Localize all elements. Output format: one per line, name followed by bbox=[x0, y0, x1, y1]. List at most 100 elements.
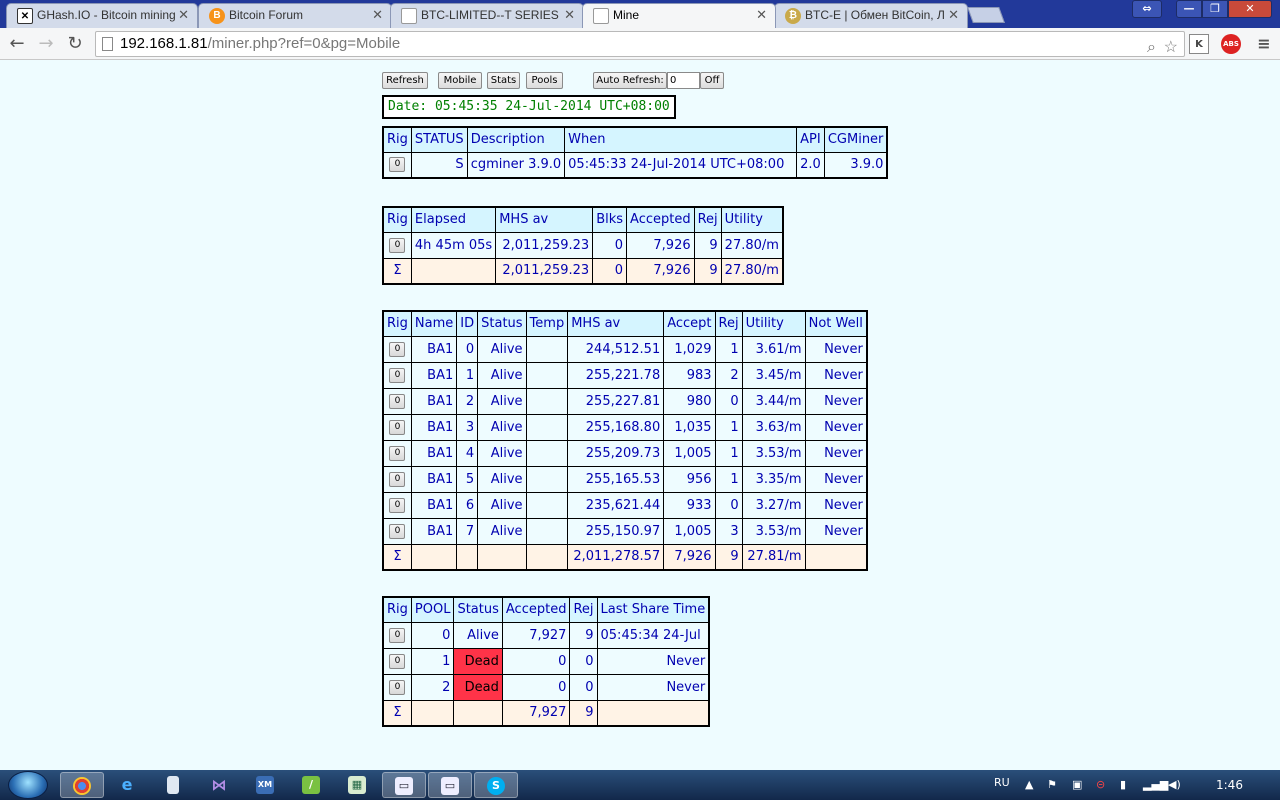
taskbar-app[interactable]: ⋈ bbox=[198, 772, 242, 798]
volume-icon[interactable]: ◀) bbox=[1168, 778, 1181, 791]
url-host: 192.168.1.81 bbox=[120, 35, 208, 52]
utility-cell: 3.61/m bbox=[741, 335, 806, 363]
refresh-button[interactable]: Refresh bbox=[382, 72, 428, 89]
close-icon[interactable]: ✕ bbox=[372, 4, 383, 26]
browser-tab-ghash[interactable]: ✕ GHash.IO - Bitcoin mining ✕ bbox=[6, 3, 198, 28]
image-icon: ▦ bbox=[348, 776, 366, 794]
taskbar-app[interactable] bbox=[60, 772, 104, 798]
off-button[interactable]: Off bbox=[700, 72, 724, 89]
tray-stop-icon[interactable]: ⊝ bbox=[1096, 778, 1105, 791]
star-icon[interactable]: ☆ bbox=[1164, 36, 1178, 60]
last-share-cell: Never bbox=[596, 673, 710, 701]
rej-cell: 0 bbox=[714, 387, 743, 415]
stats-button[interactable]: Stats bbox=[487, 72, 520, 89]
close-icon[interactable]: ✕ bbox=[948, 4, 959, 26]
accepted-cell: 0 bbox=[501, 673, 571, 701]
tray-power-icon[interactable]: ▮ bbox=[1120, 778, 1126, 791]
temp-cell bbox=[525, 439, 569, 467]
taskbar-app[interactable]: ▭ bbox=[382, 772, 426, 798]
reload-icon[interactable]: ↻ bbox=[63, 32, 87, 56]
browser-tab-mine[interactable]: Mine ✕ bbox=[582, 3, 776, 28]
mhs-cell: 255,168.80 bbox=[567, 413, 665, 441]
utility-cell: 3.35/m bbox=[741, 465, 806, 493]
taskbar-app[interactable]: ▦ bbox=[336, 772, 380, 798]
rig-button[interactable]: 0 bbox=[389, 341, 406, 357]
column-header: Accepted bbox=[626, 206, 695, 233]
browser-tab-bitcoin-forum[interactable]: B Bitcoin Forum ✕ bbox=[198, 3, 392, 28]
taskbar-app[interactable]: / bbox=[290, 772, 334, 798]
close-icon[interactable]: ✕ bbox=[756, 4, 767, 26]
temp-cell bbox=[525, 465, 569, 493]
not-well-cell: Never bbox=[804, 465, 868, 493]
rig-button[interactable]: 0 bbox=[389, 445, 406, 461]
table-row: 0 4h 45m 05s 2,011,259.23 0 7,926 9 27.8… bbox=[382, 231, 784, 259]
rig-cell: 0 bbox=[382, 413, 412, 441]
taskbar-clock[interactable]: 1:46 bbox=[1216, 778, 1243, 792]
pool-cell: 2 bbox=[410, 673, 455, 701]
maximize-icon[interactable]: ❐ bbox=[1202, 0, 1228, 18]
rig-button[interactable]: 0 bbox=[389, 497, 406, 513]
pools-button[interactable]: Pools bbox=[526, 72, 563, 89]
rig-button[interactable]: 0 bbox=[389, 419, 406, 435]
rig-button[interactable]: 0 bbox=[389, 523, 406, 539]
id-cell: 2 bbox=[456, 387, 479, 415]
empty-cell bbox=[525, 543, 569, 571]
rig-button[interactable]: 0 bbox=[389, 367, 406, 383]
not-well-cell: Never bbox=[804, 361, 868, 389]
pool-cell: 0 bbox=[410, 621, 455, 649]
rig-button[interactable]: 0 bbox=[389, 471, 406, 487]
rig-button[interactable]: 0 bbox=[389, 157, 406, 173]
taskbar-app[interactable] bbox=[152, 772, 196, 798]
utility-cell: 3.44/m bbox=[741, 387, 806, 415]
blks-cell: 0 bbox=[592, 257, 628, 285]
language-indicator[interactable]: RU bbox=[994, 776, 1010, 789]
windows-start-icon[interactable] bbox=[8, 771, 48, 799]
k-extension-icon[interactable]: K bbox=[1189, 34, 1209, 54]
close-icon[interactable]: ✕ bbox=[178, 4, 189, 26]
temp-cell bbox=[525, 517, 569, 545]
mobile-button[interactable]: Mobile bbox=[438, 72, 482, 89]
taskbar-app[interactable]: S bbox=[474, 772, 518, 798]
forward-arrow-icon[interactable]: → bbox=[34, 32, 58, 56]
column-header: Rig bbox=[382, 596, 412, 623]
taskbar-app[interactable]: e bbox=[106, 772, 150, 798]
not-well-cell: Never bbox=[804, 387, 868, 415]
status-cell: Alive bbox=[477, 413, 527, 441]
close-icon[interactable]: ✕ bbox=[564, 4, 575, 26]
taskbar-app[interactable]: ▭ bbox=[428, 772, 472, 798]
tray-flag-icon[interactable]: ⚑ bbox=[1047, 778, 1057, 791]
total-row: Σ 7,927 9 bbox=[382, 699, 710, 727]
browser-tab-btc-limited[interactable]: BTC-LIMITED--T SERIES ✕ bbox=[390, 3, 584, 28]
rig-cell: 0 bbox=[382, 673, 412, 701]
rej-cell: 0 bbox=[569, 673, 598, 701]
address-bar[interactable]: 192.168.1.81/miner.php?ref=0&pg=Mobile ⌕… bbox=[95, 31, 1185, 57]
restore-size-icon[interactable]: ⇔ bbox=[1132, 0, 1162, 18]
search-icon[interactable]: ⌕ bbox=[1147, 36, 1156, 60]
not-well-cell: Never bbox=[804, 335, 868, 363]
rig-cell: 0 bbox=[382, 439, 412, 467]
network-icon[interactable]: ▂▄▆ bbox=[1143, 778, 1168, 791]
utility-cell: 3.53/m bbox=[741, 439, 806, 467]
name-cell: BA1 bbox=[410, 361, 458, 389]
accept-cell: 1,035 bbox=[663, 413, 716, 441]
close-window-icon[interactable]: ✕ bbox=[1228, 0, 1272, 18]
rig-button[interactable]: 0 bbox=[389, 679, 406, 695]
tray-app-icon[interactable]: ▣ bbox=[1072, 778, 1082, 791]
rig-button[interactable]: 0 bbox=[389, 627, 406, 643]
browser-tab-btce[interactable]: ₿ BTC-E | Обмен BitCoin, Л ✕ bbox=[774, 3, 968, 28]
taskbar-app[interactable]: XM bbox=[244, 772, 288, 798]
rig-button[interactable]: 0 bbox=[389, 653, 406, 669]
rig-button[interactable]: 0 bbox=[389, 393, 406, 409]
menu-icon[interactable]: ≡ bbox=[1254, 34, 1274, 54]
adblock-icon[interactable]: ABS bbox=[1221, 34, 1241, 54]
table-header-row: Rig Elapsed MHS av Blks Accepted Rej Uti… bbox=[382, 206, 784, 233]
rig-button[interactable]: 0 bbox=[389, 237, 406, 253]
rej-cell: 1 bbox=[714, 465, 743, 493]
minimize-icon[interactable]: — bbox=[1176, 0, 1202, 18]
window-controls: ⇔ — ❐ ✕ bbox=[1132, 0, 1272, 20]
back-arrow-icon[interactable]: ← bbox=[5, 32, 29, 56]
auto-refresh-input[interactable]: 0 bbox=[667, 72, 700, 89]
tray-expand-icon[interactable]: ▲ bbox=[1025, 778, 1033, 791]
auto-refresh-button[interactable]: Auto Refresh: bbox=[593, 72, 667, 89]
new-tab-button[interactable] bbox=[967, 7, 1005, 23]
